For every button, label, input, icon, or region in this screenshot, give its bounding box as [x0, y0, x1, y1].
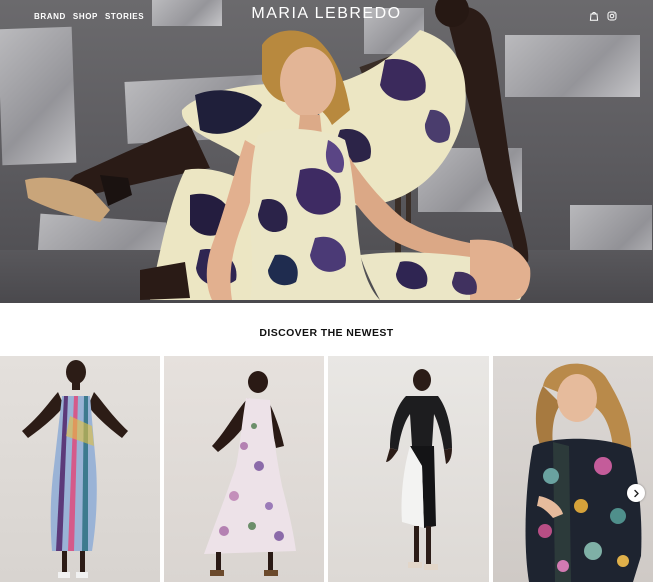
hero-models-illustration [25, 0, 531, 300]
product-image-black-white-dress [386, 369, 452, 570]
top-navigation: BRAND SHOP STORIES MARIA LEBREDO [0, 0, 653, 34]
chevron-right-icon [633, 489, 639, 497]
product-card[interactable] [328, 356, 489, 582]
brand-logo[interactable]: MARIA LEBREDO [0, 5, 653, 23]
product-card[interactable] [493, 356, 653, 582]
instagram-icon[interactable] [607, 11, 617, 21]
bag-icon[interactable] [589, 11, 599, 21]
nav-icons [589, 11, 617, 21]
hero-banner: BRAND SHOP STORIES MARIA LEBREDO [0, 0, 653, 303]
carousel-next-button[interactable] [627, 484, 645, 502]
product-image-floral-shirt-dress [525, 363, 642, 582]
product-carousel [0, 356, 653, 582]
product-card[interactable] [164, 356, 324, 582]
section-title: DISCOVER THE NEWEST [259, 327, 394, 339]
product-image-floral-dress [204, 371, 296, 576]
product-image-striped-dress [22, 360, 128, 578]
product-card[interactable] [0, 356, 160, 582]
